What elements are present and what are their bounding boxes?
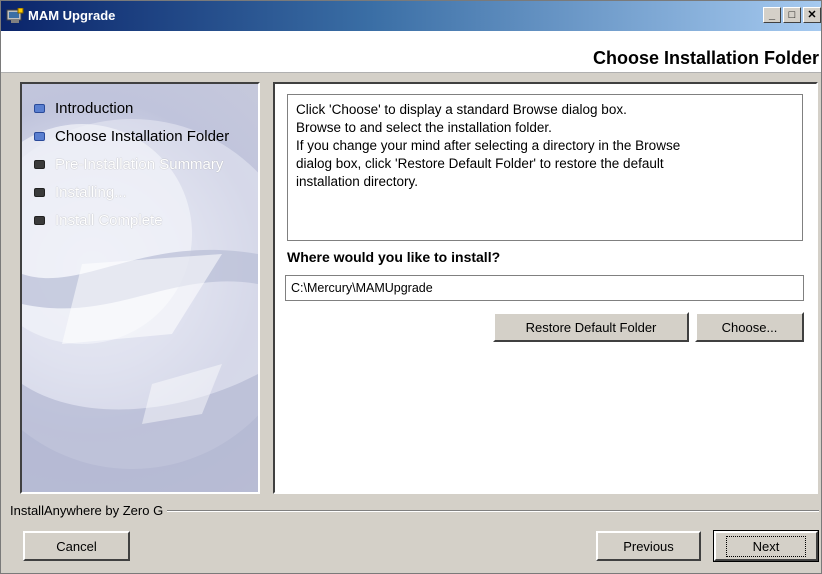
next-button[interactable]: Next xyxy=(714,531,818,561)
step-label: Install Complete xyxy=(55,211,163,229)
app-icon xyxy=(6,7,24,24)
cancel-button[interactable]: Cancel xyxy=(23,531,130,561)
step-installing: Installing... xyxy=(34,178,229,206)
step-choose-installation-folder: Choose Installation Folder xyxy=(34,122,229,150)
instructions-box: Click 'Choose' to display a standard Bro… xyxy=(287,94,803,241)
brand-label: InstallAnywhere by Zero G xyxy=(10,503,168,518)
instruction-line: dialog box, click 'Restore Default Folde… xyxy=(296,156,664,171)
content-panel: Click 'Choose' to display a standard Bro… xyxy=(273,82,818,494)
step-current-icon xyxy=(34,131,45,141)
window-title: MAM Upgrade xyxy=(28,8,116,23)
previous-button[interactable]: Previous xyxy=(596,531,701,561)
install-location-question: Where would you like to install? xyxy=(287,249,501,265)
footer-divider xyxy=(119,510,819,512)
window-controls: _ □ ✕ xyxy=(763,7,821,25)
steps-list: Introduction Choose Installation Folder … xyxy=(34,94,229,234)
close-button[interactable]: ✕ xyxy=(803,7,821,23)
next-button-label: Next xyxy=(725,535,807,557)
install-path-field[interactable] xyxy=(285,275,804,301)
step-pending-icon xyxy=(34,159,45,169)
title-bar[interactable]: MAM Upgrade _ □ ✕ xyxy=(1,1,821,31)
page-title: Choose Installation Folder xyxy=(592,48,819,68)
step-pending-icon xyxy=(34,215,45,225)
step-label: Installing... xyxy=(55,183,127,201)
instruction-line: Click 'Choose' to display a standard Bro… xyxy=(296,102,627,117)
choose-button[interactable]: Choose... xyxy=(695,312,804,342)
step-install-complete: Install Complete xyxy=(34,206,229,234)
steps-panel: Introduction Choose Installation Folder … xyxy=(20,82,260,494)
installer-window: MAM Upgrade _ □ ✕ Choose Installation Fo… xyxy=(0,0,822,574)
step-label: Introduction xyxy=(55,99,134,117)
step-pending-icon xyxy=(34,187,45,197)
instruction-line: If you change your mind after selecting … xyxy=(296,138,681,153)
header-banner: Choose Installation Folder xyxy=(1,31,821,73)
instruction-line: installation directory. xyxy=(296,174,419,189)
step-label: Pre-Installation Summary xyxy=(55,155,224,173)
step-pre-installation-summary: Pre-Installation Summary xyxy=(34,150,229,178)
minimize-button[interactable]: _ xyxy=(763,7,781,23)
step-done-icon xyxy=(34,103,45,113)
maximize-button[interactable]: □ xyxy=(783,7,801,23)
step-introduction: Introduction xyxy=(34,94,229,122)
instruction-line: Browse to and select the installation fo… xyxy=(296,120,552,135)
restore-default-folder-button[interactable]: Restore Default Folder xyxy=(493,312,689,342)
step-label: Choose Installation Folder xyxy=(55,127,230,145)
